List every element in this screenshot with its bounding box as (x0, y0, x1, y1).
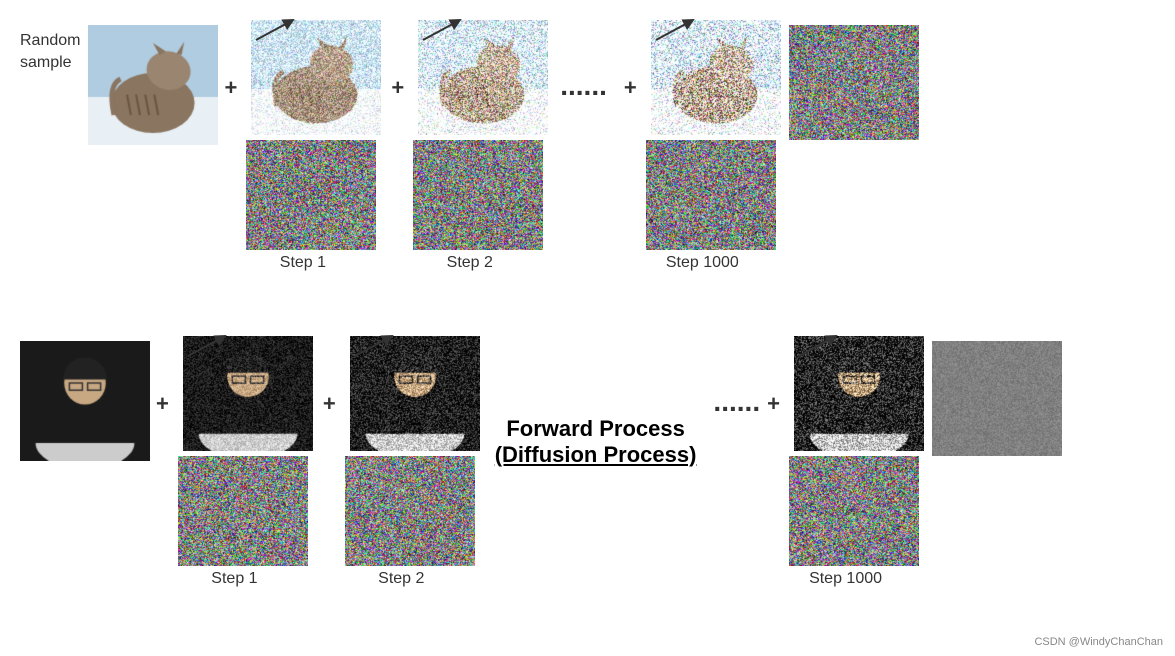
cat-final-noise (789, 25, 919, 140)
row-person: + Step 1 + (20, 331, 1155, 647)
plus-1-person: + (156, 391, 169, 417)
step1000-person-group: + Step 1000 (767, 336, 924, 588)
step2-person-label: Step 2 (378, 570, 424, 588)
step1-cat-label: Step 1 (280, 254, 326, 272)
forward-label-line2: (Diffusion Process) (495, 442, 697, 468)
dots-cat: ...... (560, 70, 607, 102)
arrow-1000-person (794, 331, 844, 361)
forward-label-line1: Forward Process (506, 416, 685, 442)
dots-person: ...... (713, 386, 760, 418)
random-sample-text: Randomsample (20, 30, 80, 75)
step1-person-label: Step 1 (211, 570, 257, 588)
arrow-2-person (350, 331, 400, 361)
plus-1-cat: + (224, 75, 237, 101)
plus-2-person: + (323, 391, 336, 417)
step1000-cat-label: Step 1000 (666, 254, 739, 272)
random-sample-label: Randomsample (20, 30, 80, 75)
row-cat: Randomsample + (20, 10, 1155, 331)
step2-person-group: + Step 2 (323, 336, 480, 588)
step1-person-group: + Step 1 (156, 336, 313, 588)
person-final-noise (932, 341, 1062, 456)
arrow-1-cat (251, 15, 301, 45)
arrow-1-person (183, 331, 233, 361)
arrow-2-cat (418, 15, 468, 45)
arrow-1000-cat (651, 15, 701, 45)
cat-original-image (88, 25, 218, 145)
plus-1000-cat: + (624, 75, 637, 101)
plus-1000-person: + (767, 391, 780, 417)
step1-cat-group: + Step 1 (224, 20, 381, 272)
forward-process-label: Forward Process (Diffusion Process) (495, 416, 697, 468)
step2-cat-group: + Step 2 (391, 20, 548, 272)
step2-cat-label: Step 2 (447, 254, 493, 272)
main-container: Randomsample + (0, 0, 1175, 656)
step1000-cat-group: + Step 1000 (624, 20, 781, 272)
person-original-image (20, 341, 150, 461)
watermark: CSDN @WindyChanChan (1034, 636, 1163, 648)
plus-2-cat: + (391, 75, 404, 101)
step1000-person-label: Step 1000 (809, 570, 882, 588)
